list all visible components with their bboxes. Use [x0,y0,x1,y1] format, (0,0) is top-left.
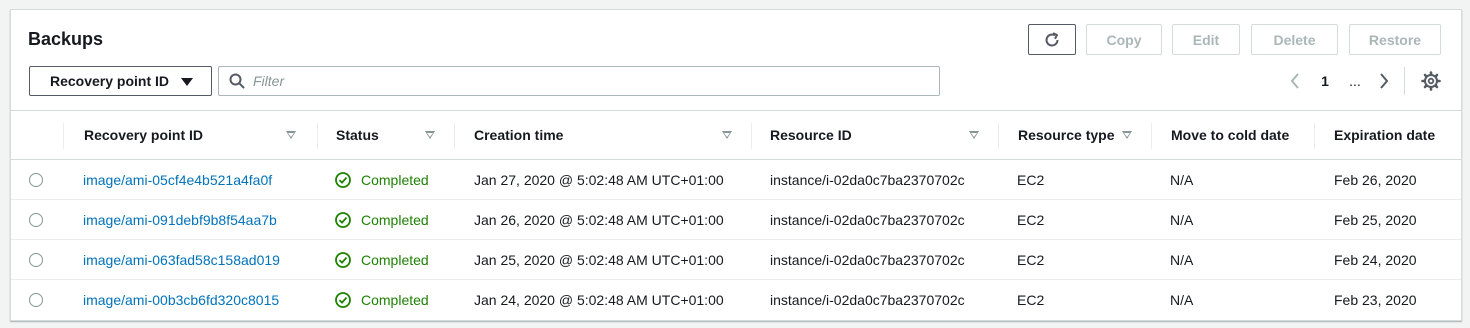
refresh-button[interactable] [1028,24,1076,55]
column-label: Status [336,127,379,143]
pagination-ellipsis: ... [1349,73,1361,89]
column-divider [1314,123,1315,149]
move-to-cold-date-cell: N/A [1170,212,1194,228]
creation-time-cell: Jan 24, 2020 @ 5:02:48 AM UTC+01:00 [474,292,724,308]
column-header-recovery-point-id[interactable]: Recovery point ID [84,111,299,159]
row-select-radio[interactable] [29,173,43,187]
resource-id-cell: instance/i-02da0c7ba2370702c [770,172,965,188]
copy-button[interactable]: Copy [1086,24,1162,55]
expiration-date-cell: Feb 26, 2020 [1334,172,1417,188]
move-to-cold-date-cell: N/A [1170,172,1194,188]
recovery-point-link[interactable]: image/ami-063fad58c158ad019 [83,240,280,280]
page-title: Backups [28,29,104,49]
status-cell: Completed [335,160,429,200]
status-text: Completed [361,292,429,308]
status-cell: Completed [335,280,429,320]
column-header-expiration-date: Expiration date [1334,111,1459,159]
status-cell: Completed [335,200,429,240]
column-header-status[interactable]: Status [336,111,436,159]
table-row: image/ami-00b3cb6fd320c8015 Completed Ja… [11,280,1461,320]
chevron-right-icon [1380,73,1389,89]
table-header: Recovery point ID Status Creation time R… [11,110,1461,160]
recovery-point-link[interactable]: image/ami-091debf9b8f54aa7b [83,200,277,240]
column-header-creation-time[interactable]: Creation time [474,111,734,159]
status-cell: Completed [335,240,429,280]
previous-page-button[interactable] [1286,70,1304,92]
creation-time-cell: Jan 27, 2020 @ 5:02:48 AM UTC+01:00 [474,172,724,188]
panel-header: Backups Copy Edit Delete Restore Recover… [11,10,1461,110]
restore-button[interactable]: Restore [1349,24,1441,55]
column-label: Creation time [474,127,564,143]
column-divider [454,123,455,149]
row-select-radio[interactable] [29,293,43,307]
resource-type-cell: EC2 [1017,252,1045,268]
sort-icon [969,131,979,139]
status-success-icon [335,252,351,268]
next-page-button[interactable] [1375,70,1393,92]
creation-time-cell: Jan 26, 2020 @ 5:02:48 AM UTC+01:00 [474,212,724,228]
column-divider [751,123,752,149]
column-label: Move to cold date [1171,127,1290,143]
refresh-icon [1045,31,1059,46]
column-label: Expiration date [1334,127,1436,143]
table-row: image/ami-091debf9b8f54aa7b Completed Ja… [11,200,1461,240]
status-success-icon [335,212,351,228]
sort-icon [425,131,435,139]
recovery-point-link[interactable]: image/ami-05cf4e4b521a4fa0f [83,160,272,200]
resource-type-cell: EC2 [1017,212,1045,228]
delete-button[interactable]: Delete [1251,24,1338,55]
sort-icon [722,131,732,139]
sort-icon [1122,131,1132,139]
status-success-icon [335,292,351,308]
divider [1404,67,1405,95]
page-number-1[interactable]: 1 [1315,70,1335,92]
filter-input[interactable] [253,71,923,91]
status-text: Completed [361,252,429,268]
resource-id-cell: instance/i-02da0c7ba2370702c [770,292,965,308]
column-divider [1151,123,1152,149]
column-divider [63,123,64,149]
status-text: Completed [361,172,429,188]
column-label: Recovery point ID [84,127,204,143]
status-text: Completed [361,212,429,228]
gear-icon[interactable] [1421,71,1441,91]
edit-button[interactable]: Edit [1172,24,1240,55]
row-select-radio[interactable] [29,253,43,267]
resource-id-cell: instance/i-02da0c7ba2370702c [770,252,965,268]
caret-down-icon [181,78,193,86]
resource-type-cell: EC2 [1017,172,1045,188]
column-label: Resource ID [770,127,852,143]
column-header-resource-type[interactable]: Resource type [1018,111,1143,159]
table-row: image/ami-05cf4e4b521a4fa0f Completed Ja… [11,160,1461,200]
sort-icon [286,131,296,139]
resource-type-cell: EC2 [1017,292,1045,308]
expiration-date-cell: Feb 24, 2020 [1334,252,1417,268]
resource-id-cell: instance/i-02da0c7ba2370702c [770,212,965,228]
column-label: Resource type [1018,127,1115,143]
chevron-left-icon [1290,73,1299,89]
column-divider [998,123,999,149]
column-header-resource-id[interactable]: Resource ID [770,111,980,159]
column-divider [317,123,318,149]
row-select-radio[interactable] [29,213,43,227]
move-to-cold-date-cell: N/A [1170,252,1194,268]
creation-time-cell: Jan 25, 2020 @ 5:02:48 AM UTC+01:00 [474,252,724,268]
property-selector-label: Recovery point ID [50,73,170,89]
table-row: image/ami-063fad58c158ad019 Completed Ja… [11,240,1461,280]
filter-field[interactable] [218,66,940,96]
expiration-date-cell: Feb 25, 2020 [1334,212,1417,228]
recovery-point-link[interactable]: image/ami-00b3cb6fd320c8015 [83,280,279,320]
property-selector[interactable]: Recovery point ID [29,66,212,96]
expiration-date-cell: Feb 23, 2020 [1334,292,1417,308]
status-success-icon [335,172,351,188]
move-to-cold-date-cell: N/A [1170,292,1194,308]
column-header-move-to-cold-date: Move to cold date [1171,111,1306,159]
search-icon [229,73,245,89]
backups-panel: Backups Copy Edit Delete Restore Recover… [10,9,1462,321]
table-body: image/ami-05cf4e4b521a4fa0f Completed Ja… [11,160,1461,320]
